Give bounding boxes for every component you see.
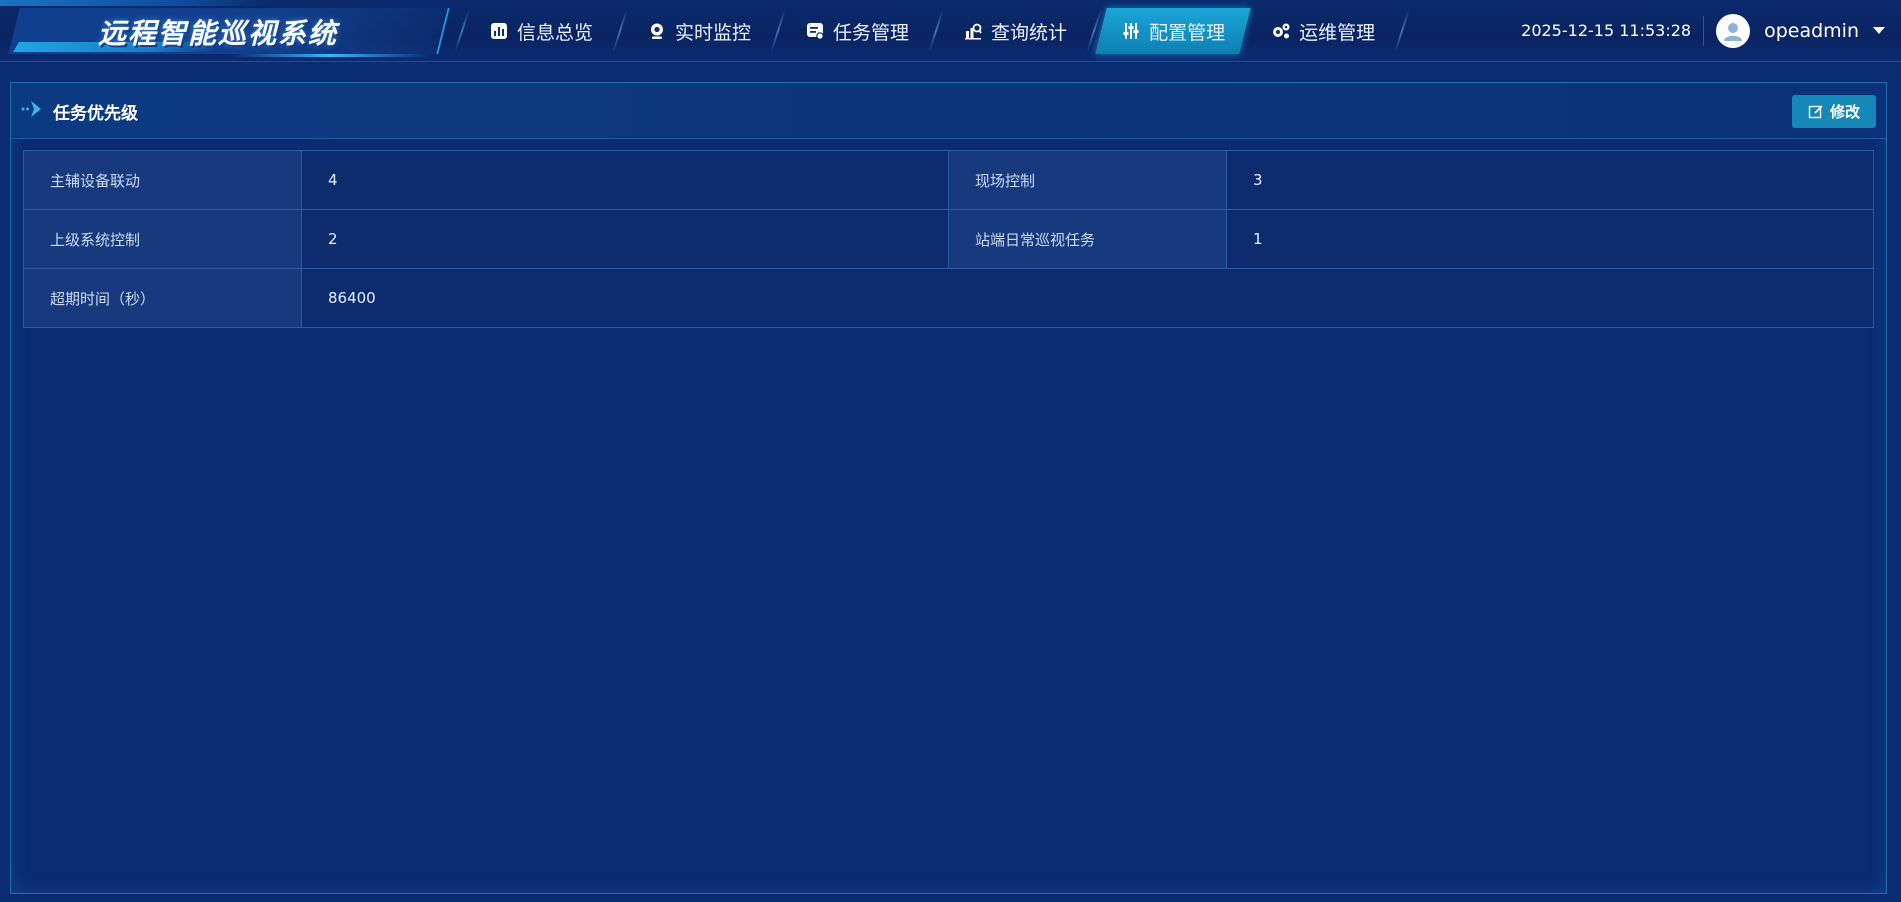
app-title: 远程智能巡视系统 <box>98 17 339 50</box>
field-value: 1 <box>1226 209 1874 269</box>
main-nav: 信息总览 实时监控 任务管理 查询统计 配置管理 运维管理 <box>454 0 1410 62</box>
nav-item-config[interactable]: 配置管理 <box>1101 8 1245 54</box>
field-label: 现场控制 <box>948 150 1227 210</box>
field-value: 4 <box>301 150 949 210</box>
nav-separator <box>770 10 786 52</box>
edit-button-label: 修改 <box>1829 103 1860 121</box>
logo-decoration-top <box>0 0 271 6</box>
chevron-down-icon[interactable] <box>1869 21 1889 41</box>
logo-glow <box>230 54 430 57</box>
panel-title-text: 任务优先级 <box>53 103 138 124</box>
top-bar: 远程智能巡视系统 信息总览 实时监控 任务管理 查询统计 配置管理 运维管理 2… <box>0 0 1901 62</box>
edit-icon <box>1808 104 1823 118</box>
table-row: 主辅设备联动 4 现场控制 3 <box>23 150 1874 210</box>
header-right: 2025-12-15 11:53:28 opeadmin <box>1521 0 1901 62</box>
arrow-right-icon <box>21 99 45 124</box>
nav-item-label: 配置管理 <box>1149 21 1226 44</box>
nav-item-label: 运维管理 <box>1299 21 1376 44</box>
nav-item-statistics[interactable]: 查询统计 <box>943 8 1087 54</box>
webcam-icon <box>647 21 667 41</box>
nav-separator <box>454 10 470 52</box>
field-label: 超期时间（秒） <box>23 268 302 328</box>
field-label: 上级系统控制 <box>23 209 302 269</box>
nav-item-label: 任务管理 <box>833 21 910 44</box>
stats-search-icon <box>963 21 983 41</box>
nav-item-label: 信息总览 <box>517 21 594 44</box>
table-row: 超期时间（秒） 86400 <box>23 268 1874 328</box>
user-icon <box>1724 23 1743 41</box>
field-label: 主辅设备联动 <box>23 150 302 210</box>
nav-item-overview[interactable]: 信息总览 <box>469 8 613 54</box>
field-value: 3 <box>1226 150 1874 210</box>
nav-item-label: 实时监控 <box>675 21 752 44</box>
nav-item-monitor[interactable]: 实时监控 <box>627 8 771 54</box>
task-priority-panel: 任务优先级 修改 主辅设备联动 4 现场控制 3 上级系统控制 2 站端日常巡视… <box>10 82 1887 894</box>
logo-area: 远程智能巡视系统 <box>0 0 460 62</box>
sliders-icon <box>1121 21 1141 41</box>
field-label: 站端日常巡视任务 <box>948 209 1227 269</box>
avatar[interactable] <box>1716 14 1751 48</box>
task-list-icon <box>805 21 825 41</box>
panel-title: 任务优先级 <box>21 83 138 139</box>
nav-separator <box>612 10 628 52</box>
table-row: 上级系统控制 2 站端日常巡视任务 1 <box>23 209 1874 269</box>
bar-chart-icon <box>489 21 509 41</box>
edit-button[interactable]: 修改 <box>1792 95 1876 128</box>
gears-icon <box>1271 21 1291 41</box>
field-value: 86400 <box>301 268 1874 328</box>
field-value: 2 <box>301 209 949 269</box>
nav-item-tasks[interactable]: 任务管理 <box>785 8 929 54</box>
nav-separator <box>1394 10 1410 52</box>
current-datetime: 2025-12-15 11:53:28 <box>1521 16 1705 46</box>
username[interactable]: opeadmin <box>1764 20 1859 42</box>
nav-separator <box>928 10 944 52</box>
nav-item-maintenance[interactable]: 运维管理 <box>1251 8 1395 54</box>
nav-item-label: 查询统计 <box>991 21 1068 44</box>
priority-table: 主辅设备联动 4 现场控制 3 上级系统控制 2 站端日常巡视任务 1 超期时间… <box>23 150 1874 328</box>
panel-header: 任务优先级 修改 <box>11 83 1886 139</box>
